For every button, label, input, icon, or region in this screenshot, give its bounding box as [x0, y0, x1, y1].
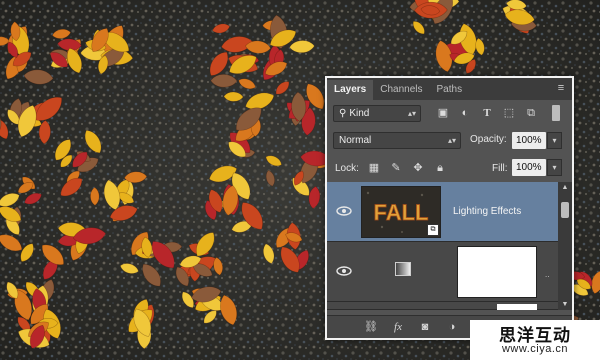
layer-name[interactable]: Lighting Effects — [453, 206, 521, 217]
updown-icon: ▴▾ — [447, 136, 456, 145]
panel-menu-icon[interactable]: ≡ — [554, 81, 568, 95]
lock-image-pixels-icon[interactable]: ✎ — [389, 161, 403, 175]
fill-dropdown-button[interactable]: ▾ — [547, 159, 562, 176]
watermark: 思洋互动 www.ciya.cn — [470, 320, 600, 360]
type-filter-icon[interactable]: T — [480, 106, 494, 120]
watermark-url: www.ciya.cn — [501, 343, 569, 355]
fill-input[interactable]: 100% — [512, 159, 546, 176]
search-icon: ⚲ — [339, 108, 347, 119]
adjustment-filter-icon[interactable]: ◐ — [458, 106, 472, 120]
scrollbar-thumb[interactable] — [561, 202, 569, 218]
scroll-down-icon[interactable]: ▼ — [558, 301, 572, 308]
layers-panel: Layers Channels Paths ≡ ⚲ Kind ▴▾ ▣ ◐ T ⬚… — [325, 76, 574, 340]
opacity-label: Opacity: — [470, 134, 507, 145]
shape-filter-icon[interactable]: ⬚ — [502, 106, 516, 120]
blend-mode-select[interactable]: Normal ▴▾ — [333, 132, 461, 149]
filter-toggle-switch[interactable] — [552, 105, 560, 121]
lock-transparent-pixels-icon[interactable]: ▦ — [367, 161, 381, 175]
smart-object-filter-icon[interactable]: ⧉ — [524, 106, 538, 120]
lock-all-icon[interactable]: 🔒︎ — [433, 161, 447, 175]
lock-position-icon[interactable]: ✥ — [411, 161, 425, 175]
mask-icon[interactable]: ◙ — [417, 320, 433, 334]
layer-thumbnail: FALL ⧉ — [361, 186, 441, 238]
updown-icon: ▴▾ — [407, 109, 416, 118]
fx-icon[interactable]: fx — [390, 320, 406, 334]
layers-list: FALL ⧉ Lighting Effects .. — [327, 182, 572, 310]
layer-row-lighting-effects[interactable]: FALL ⧉ Lighting Effects — [327, 182, 558, 242]
tab-layers[interactable]: Layers — [327, 80, 374, 100]
lock-label: Lock: — [335, 163, 359, 174]
smart-object-badge-icon: ⧉ — [427, 224, 439, 236]
visibility-eye-icon[interactable] — [336, 204, 352, 218]
tab-channels[interactable]: Channels — [373, 80, 429, 100]
adjustment-icon[interactable]: ◑ — [444, 320, 460, 334]
fill-label: Fill: — [492, 163, 508, 174]
scroll-up-icon[interactable]: ▲ — [558, 184, 572, 191]
thumbnail-text: FALL — [374, 200, 429, 225]
panel-tabs: Layers Channels Paths ≡ — [327, 78, 572, 100]
opacity-input[interactable]: 100% — [512, 132, 546, 149]
layer-filter-select[interactable]: ⚲ Kind ▴▾ — [333, 105, 421, 122]
layer-row-partial[interactable] — [327, 302, 558, 310]
layer-filter-value: Kind — [349, 108, 370, 119]
image-filter-icon[interactable]: ▣ — [436, 106, 450, 120]
layer-mask-thumbnail[interactable] — [457, 246, 537, 298]
layers-scrollbar[interactable]: ▲ ▼ — [558, 182, 572, 310]
blend-mode-value: Normal — [339, 135, 372, 146]
visibility-eye-icon[interactable] — [336, 264, 352, 278]
layer-thumbnail-partial — [497, 304, 537, 310]
gradient-fill-icon — [395, 262, 411, 276]
more-dots-icon: .. — [545, 270, 550, 279]
opacity-dropdown-button[interactable]: ▾ — [547, 132, 562, 149]
layer-row-background[interactable]: .. — [327, 242, 558, 302]
tab-paths[interactable]: Paths — [430, 80, 470, 100]
link-icon[interactable]: ⛓ — [363, 320, 379, 334]
